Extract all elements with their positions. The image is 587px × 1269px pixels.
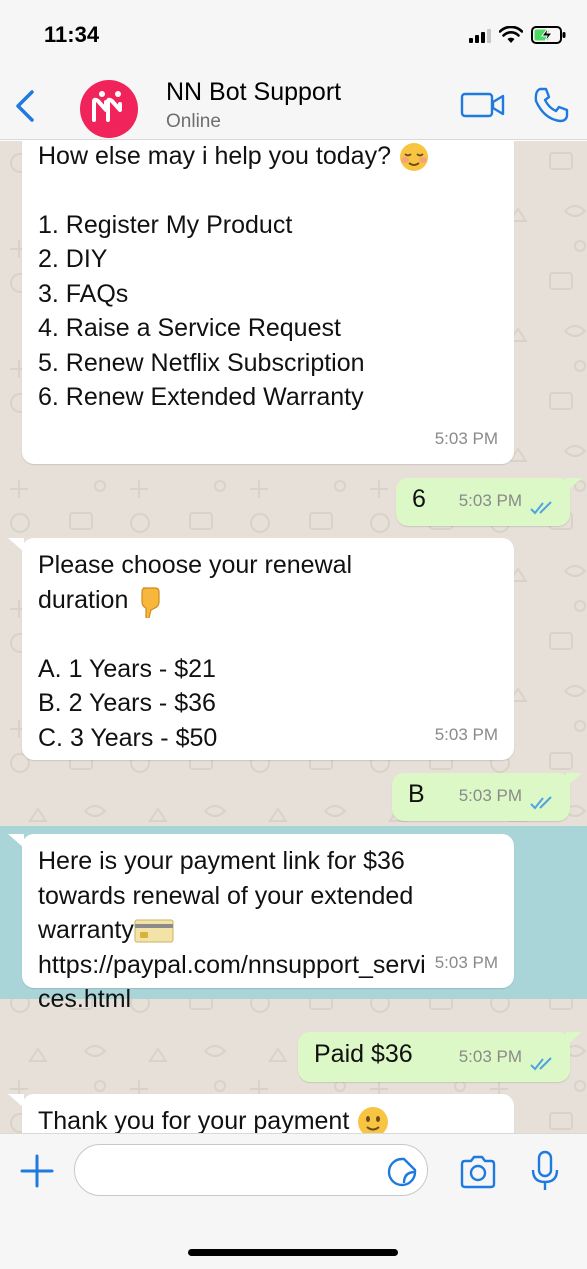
- bubble-tail: [566, 478, 582, 492]
- message-time: 5:03 PM: [434, 428, 498, 448]
- message-text: 6: [412, 485, 426, 513]
- message-bubble-incoming[interactable]: How else may i help you today? 1. Regist…: [22, 141, 514, 464]
- status-bar: 11:34: [0, 0, 587, 70]
- bubble-tail: [8, 834, 24, 848]
- contact-status: Online: [166, 111, 221, 132]
- avatar[interactable]: [80, 80, 138, 138]
- message-bubble-outgoing[interactable]: B 5:03 PM: [392, 773, 570, 821]
- video-call-icon[interactable]: [460, 90, 506, 120]
- contact-name[interactable]: NN Bot Support: [166, 78, 341, 107]
- wifi-icon: [499, 26, 523, 43]
- sticker-icon[interactable]: [386, 1156, 418, 1188]
- nn-logo-icon: [92, 91, 122, 122]
- bubble-tail: [566, 773, 582, 787]
- camera-icon[interactable]: [458, 1154, 498, 1190]
- bubble-tail: [8, 1094, 24, 1108]
- message-bubble-incoming[interactable]: Thank you for your payment: [22, 1094, 514, 1133]
- message-time: 5:03 PM: [434, 724, 498, 744]
- credit-card-emoji: [134, 919, 174, 943]
- menu-option: 4. Raise a Service Request: [38, 314, 341, 342]
- message-time: 5:03 PM: [458, 785, 522, 805]
- message-text: Thank you for your payment: [38, 1104, 498, 1133]
- read-receipt-icon: [530, 1057, 552, 1071]
- pointing-down-emoji: [141, 587, 160, 618]
- relieved-face-emoji: [399, 143, 428, 172]
- message-text: How else may i help you today?: [38, 141, 498, 174]
- message-time: 5:03 PM: [434, 952, 498, 972]
- read-receipt-icon: [530, 501, 552, 515]
- chat-area[interactable]: How else may i help you today? 1. Regist…: [0, 141, 587, 1133]
- slightly-smiling-face-emoji: [358, 1107, 389, 1133]
- bubble-tail: [8, 538, 24, 552]
- status-time: 11:34: [44, 22, 100, 47]
- status-icons: [469, 24, 567, 46]
- message-text: Please choose your renewal duration: [38, 548, 418, 618]
- message-text: B: [408, 780, 425, 808]
- message-text: Paid $36: [314, 1040, 413, 1068]
- renewal-option: A. 1 Years - $21: [38, 654, 216, 683]
- plus-icon[interactable]: [18, 1152, 56, 1190]
- battery-charging-icon: [531, 26, 566, 44]
- renewal-option: C. 3 Years - $50: [38, 723, 218, 752]
- message-bubble-incoming[interactable]: Please choose your renewal duration A. 1…: [22, 538, 514, 760]
- menu-option: 5. Renew Netflix Subscription: [38, 348, 365, 377]
- message-input[interactable]: [74, 1144, 428, 1196]
- bubble-tail: [566, 1032, 582, 1046]
- read-receipt-icon: [530, 796, 552, 810]
- payment-link[interactable]: https://paypal.com/nnsupport_servi ces.h…: [38, 948, 498, 1017]
- message-time: 5:03 PM: [458, 1046, 522, 1066]
- microphone-icon[interactable]: [530, 1150, 560, 1192]
- menu-option: 6. Renew Extended Warranty: [38, 383, 364, 411]
- message-bubble-incoming[interactable]: Here is your payment link for $36 toward…: [22, 834, 514, 1013]
- menu-option: 2. DIY: [38, 245, 108, 273]
- menu-option: 3. FAQs: [38, 279, 129, 308]
- phone-icon[interactable]: [532, 86, 570, 124]
- renewal-option: B. 2 Years - $36: [38, 689, 216, 718]
- home-indicator[interactable]: [188, 1249, 398, 1256]
- message-time: 5:03 PM: [458, 490, 522, 510]
- menu-option: 1. Register My Product: [38, 210, 293, 239]
- message-bubble-outgoing[interactable]: 6 5:03 PM: [396, 478, 570, 526]
- message-text: Here is your payment link for $36 toward…: [38, 847, 414, 944]
- signal-icon: [469, 27, 491, 43]
- message-bubble-outgoing[interactable]: Paid $36 5:03 PM: [298, 1032, 570, 1082]
- back-icon[interactable]: [10, 88, 42, 124]
- chat-header: NN Bot Support Online: [0, 70, 587, 140]
